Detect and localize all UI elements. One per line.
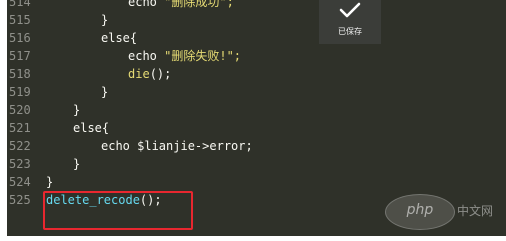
code-line: }: [101, 13, 109, 27]
watermark-logo: php: [385, 194, 455, 230]
code-line: }: [46, 175, 54, 189]
screenshot-frame: 514 515 516 517 518 519 520 521 522 523 …: [0, 0, 506, 241]
highlight-box: [43, 191, 193, 230]
save-toast: 已保存: [319, 0, 381, 44]
code-string: "删除失败!";: [164, 49, 242, 63]
code-line: }: [73, 103, 81, 117]
code-line: echo "删除成功";: [128, 0, 234, 9]
watermark-logo-text: php: [406, 202, 434, 218]
code-string: "删除成功";: [164, 0, 234, 9]
code-line: }: [73, 157, 81, 171]
code-punctuation: ();: [149, 67, 172, 81]
code-line: else{: [101, 31, 138, 45]
code-line: echo "删除失败!";: [128, 49, 241, 63]
code-line: die();: [128, 67, 171, 81]
code-keyword: echo: [128, 0, 165, 9]
code-line: }: [101, 85, 109, 99]
code-function: die: [128, 67, 150, 81]
code-keyword: echo: [128, 49, 165, 63]
code-editor[interactable]: 514 515 516 517 518 519 520 521 522 523 …: [7, 0, 506, 236]
checkmark-icon: [339, 2, 361, 18]
watermark: php 中文网: [385, 194, 506, 234]
watermark-name: 中文网: [457, 204, 494, 218]
toast-label: 已保存: [338, 27, 362, 36]
code-line: else{: [73, 121, 110, 135]
code-line: echo $lianjie->error;: [101, 139, 253, 153]
